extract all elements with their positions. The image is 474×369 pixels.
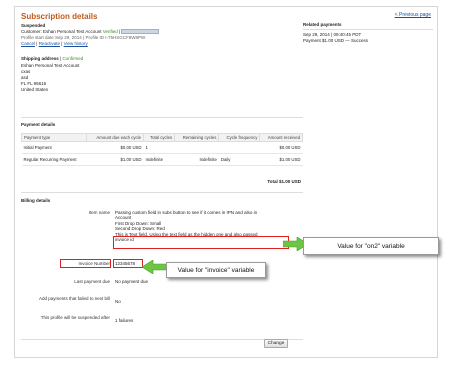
verified-badge: Verified xyxy=(102,29,118,34)
add-failed-payments-label: Add payments that failed to next bill xyxy=(38,296,110,301)
customer-name: Eshan Personal Test Account xyxy=(43,29,102,34)
shipping-line: cxas xyxy=(21,69,31,74)
column-header: Payment type xyxy=(20,133,88,142)
table-cell: Indefinite xyxy=(143,153,175,166)
add-failed-payments-value: No xyxy=(115,299,121,304)
customer-line: Customer: Eshan Personal Test Account Ve… xyxy=(21,29,160,35)
on2-highlight-box xyxy=(113,236,289,249)
invoice-label-highlight-box xyxy=(60,259,111,268)
change-button[interactable]: Change xyxy=(264,339,288,348)
subscription-panel: Subscription details < Previous page Sus… xyxy=(14,6,438,358)
view-history-link[interactable]: View history xyxy=(64,41,88,46)
redacted-email xyxy=(121,29,160,35)
table-cell: $0.00 USD xyxy=(259,141,303,154)
divider xyxy=(303,29,433,30)
customer-label: Customer: xyxy=(21,29,42,34)
table-cell: $1.00 USD xyxy=(86,153,144,166)
shipping-confirmed: Confirmed xyxy=(62,56,84,61)
column-header: Remaining cycles xyxy=(174,133,220,142)
shipping-line: asd xyxy=(21,75,29,80)
table-cell: Indefinite xyxy=(174,153,219,166)
related-payments-title: Related payments xyxy=(303,22,342,27)
invoice-variable-callout: Value for "invoice" variable xyxy=(166,262,266,278)
column-header: Cycle frequency xyxy=(218,133,261,142)
item-name-label: Item name xyxy=(88,210,110,215)
column-header: Amount due each cycle xyxy=(86,133,145,142)
cancel-link[interactable]: Cancel xyxy=(21,41,35,46)
table-cell: $1.00 USD xyxy=(259,153,303,166)
payment-details-title: Payment details xyxy=(21,122,56,127)
page-title: Subscription details xyxy=(21,12,98,21)
table-cell: $0.00 USD xyxy=(86,141,144,154)
table-cell: 1 xyxy=(143,141,175,154)
profile-line: Profile start date Sep 29, 2014 | Profil… xyxy=(21,35,146,40)
suspend-after-value: 1 failures xyxy=(115,318,134,323)
divider xyxy=(21,192,303,193)
divider xyxy=(21,117,303,118)
column-header: Total cycles xyxy=(143,133,176,142)
divider xyxy=(21,339,303,340)
shipping-line: FL FL 95616 xyxy=(21,81,47,86)
reactivate-link[interactable]: Reactivate xyxy=(39,41,60,46)
table-row: Regular Recurring Payment $1.00 USD Inde… xyxy=(21,153,303,166)
table-cell xyxy=(218,141,260,154)
column-header: Amount received xyxy=(259,133,303,142)
billing-details-title: Billing details xyxy=(21,198,51,203)
on2-variable-callout: Value for "on2" variable xyxy=(303,237,439,255)
status-value: Suspended xyxy=(21,23,46,28)
table-cell xyxy=(174,141,219,154)
related-payment-status: Payment $1.00 USD — Success xyxy=(303,38,369,43)
table-cell: Initial Payment xyxy=(21,141,87,154)
previous-page-link[interactable]: < Previous page xyxy=(395,12,431,18)
last-payment-label: Last payment due xyxy=(74,279,110,284)
payment-table: Payment type Amount due each cycle Total… xyxy=(20,133,303,166)
related-payment-date: Sep 29, 2014 | 09:40:45 PDT xyxy=(303,32,362,37)
shipping-title: Shipping address xyxy=(21,56,59,61)
last-payment-value: No payment due xyxy=(115,279,149,284)
table-cell: Daily xyxy=(218,153,260,166)
table-header-row: Payment type Amount due each cycle Total… xyxy=(20,133,303,142)
status-actions: Cancel | Reactivate | View history xyxy=(21,41,88,46)
shipping-line: Eshan Personal Test Account xyxy=(21,63,80,68)
invoice-value-highlight-box xyxy=(113,259,143,268)
shipping-heading: Shipping address | Confirmed xyxy=(21,56,84,61)
arrow-left-icon xyxy=(142,260,168,274)
shipping-line: United States xyxy=(21,87,49,92)
suspend-after-label: This profile will be suspended after xyxy=(40,315,110,320)
table-cell: Regular Recurring Payment xyxy=(21,153,87,166)
table-row: Initial Payment $0.00 USD 1 $0.00 USD xyxy=(21,141,303,154)
payment-total: Total $1.00 USD xyxy=(267,179,301,184)
